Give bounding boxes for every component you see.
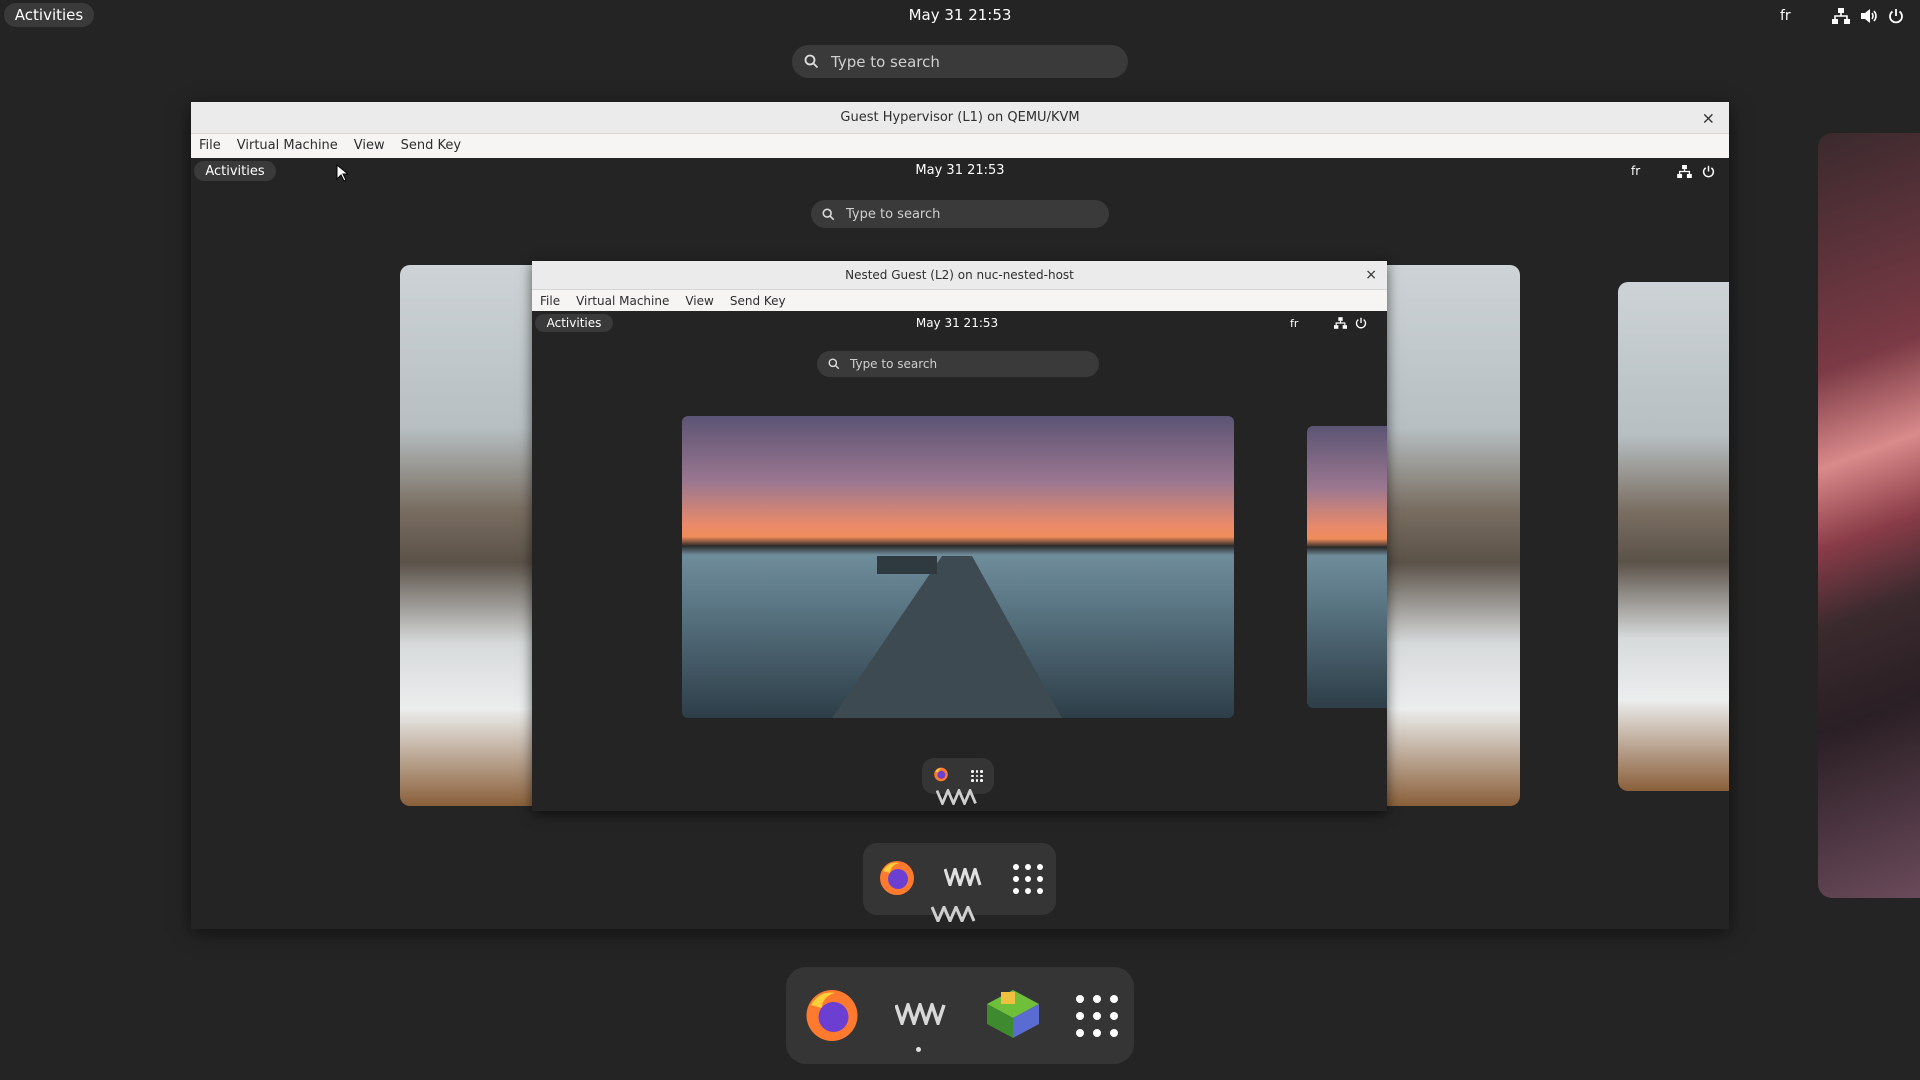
l2-workspace-thumbnail-next[interactable] <box>1307 426 1387 708</box>
l1-clock[interactable]: May 31 21:53 <box>915 163 1004 178</box>
search-icon <box>804 54 819 69</box>
l2-network-icon[interactable] <box>1334 317 1347 329</box>
l2-keyboard-layout-indicator[interactable]: fr <box>1290 317 1310 330</box>
l1-virt-manager-icon[interactable] <box>943 863 986 891</box>
l1-network-icon[interactable] <box>1677 164 1692 178</box>
menu-file[interactable]: File <box>191 134 229 158</box>
l2-workspace-thumbnail[interactable] <box>682 416 1234 718</box>
l1-dragged-virt-manager-icon <box>930 903 981 926</box>
l2-search-icon <box>828 358 840 370</box>
running-app-indicator <box>916 1047 921 1052</box>
keyboard-layout-indicator[interactable]: fr <box>1780 8 1810 24</box>
l2-menubar: File Virtual Machine View Send Key <box>532 290 1387 313</box>
virt-manager-icon[interactable] <box>894 998 951 1029</box>
l1-search-entry[interactable]: Type to search <box>811 200 1109 228</box>
l2-app-grid-icon[interactable] <box>971 770 983 782</box>
l1-menubar: File Virtual Machine View Send Key <box>191 134 1729 159</box>
l1-power-icon[interactable] <box>1702 165 1715 178</box>
l2-menu-send-key[interactable]: Send Key <box>722 290 794 312</box>
workspace-thumbnail-right[interactable] <box>1818 133 1920 898</box>
l1-search-icon <box>822 208 835 221</box>
l1-titlebar[interactable]: Guest Hypervisor (L1) on QEMU/KVM × <box>191 102 1729 134</box>
l1-firefox-icon[interactable] <box>877 857 917 901</box>
host-search-entry[interactable]: Type to search <box>792 45 1128 78</box>
search-placeholder: Type to search <box>831 52 940 71</box>
l2-activities-button[interactable]: Activities <box>535 314 613 332</box>
l2-dragged-virt-manager-icon <box>935 787 982 809</box>
menu-virtual-machine[interactable]: Virtual Machine <box>229 134 346 158</box>
l1-window-title: Guest Hypervisor (L1) on QEMU/KVM <box>840 110 1080 125</box>
l2-power-icon[interactable] <box>1355 317 1367 329</box>
l1-app-grid-icon[interactable] <box>1012 864 1043 894</box>
clock[interactable]: May 31 21:53 <box>909 6 1012 24</box>
l1-activities-button[interactable]: Activities <box>194 161 276 181</box>
activities-button[interactable]: Activities <box>4 3 94 27</box>
l2-guest-display[interactable]: Activities May 31 21:53 fr Type to searc… <box>532 311 1387 811</box>
mouse-pointer-icon <box>336 163 350 186</box>
app-grid-icon[interactable] <box>1075 994 1118 1037</box>
software-icon[interactable] <box>983 986 1043 1046</box>
l1-search-placeholder: Type to search <box>846 206 941 222</box>
power-icon[interactable] <box>1888 8 1904 24</box>
host-dash <box>786 967 1134 1064</box>
l2-titlebar[interactable]: Nested Guest (L2) on nuc-nested-host × <box>532 261 1387 290</box>
network-icon[interactable] <box>1832 8 1850 24</box>
l2-firefox-icon[interactable] <box>933 766 949 786</box>
l2-window-title: Nested Guest (L2) on nuc-nested-host <box>845 268 1074 282</box>
l2-menu-virtual-machine[interactable]: Virtual Machine <box>568 290 677 312</box>
l2-search-entry[interactable]: Type to search <box>817 351 1099 377</box>
pier-illustration <box>832 556 1062 718</box>
l2-close-button[interactable]: × <box>1365 261 1377 289</box>
l2-menu-file[interactable]: File <box>532 290 568 312</box>
l2-vm-window[interactable]: Nested Guest (L2) on nuc-nested-host × F… <box>532 261 1387 811</box>
menu-send-key[interactable]: Send Key <box>393 134 469 158</box>
firefox-icon[interactable] <box>802 984 862 1048</box>
l2-clock[interactable]: May 31 21:53 <box>916 316 998 330</box>
l1-keyboard-layout-indicator[interactable]: fr <box>1631 164 1651 178</box>
l2-search-placeholder: Type to search <box>850 357 938 371</box>
l2-menu-view[interactable]: View <box>677 290 721 312</box>
l1-vm-window[interactable]: Guest Hypervisor (L1) on QEMU/KVM × File… <box>191 102 1729 929</box>
l1-workspace-thumbnail-next[interactable] <box>1618 282 1729 791</box>
menu-view[interactable]: View <box>346 134 393 158</box>
l1-dash <box>863 843 1056 915</box>
l1-close-button[interactable]: × <box>1702 102 1715 133</box>
volume-icon[interactable] <box>1860 8 1878 24</box>
